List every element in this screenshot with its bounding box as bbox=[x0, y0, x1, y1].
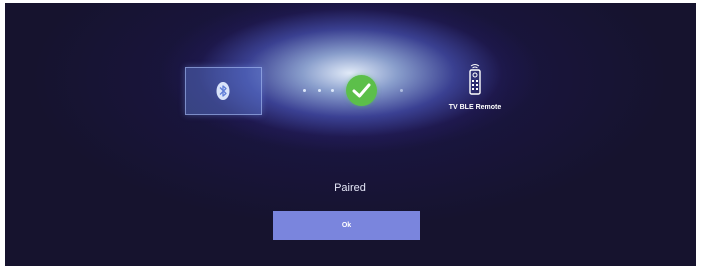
progress-dot bbox=[303, 89, 306, 92]
pairing-screen: TV BLE Remote Paired Ok bbox=[5, 3, 696, 266]
progress-dot bbox=[400, 89, 403, 92]
progress-dot bbox=[331, 89, 334, 92]
remote-control-icon bbox=[469, 64, 481, 95]
target-device-name: TV BLE Remote bbox=[448, 104, 502, 111]
bluetooth-device-tile bbox=[185, 67, 262, 115]
pairing-status-text: Paired bbox=[334, 182, 366, 194]
paired-status-indicator bbox=[346, 75, 377, 106]
bluetooth-icon bbox=[216, 82, 230, 100]
checkmark-icon bbox=[352, 83, 371, 98]
progress-dot bbox=[318, 89, 321, 92]
ok-button[interactable]: Ok bbox=[273, 211, 420, 240]
